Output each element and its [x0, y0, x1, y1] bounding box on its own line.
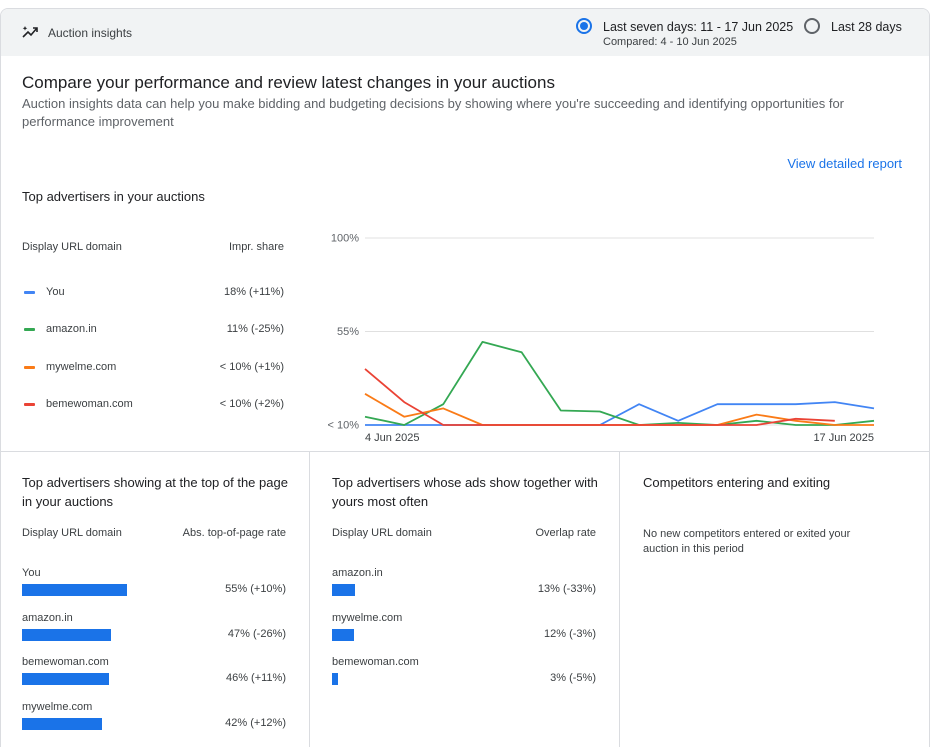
overlap-title: Top advertisers whose ads show together …	[332, 475, 598, 509]
column-header-domain: Display URL domain	[332, 527, 432, 539]
top-of-page-row-label: amazon.in	[22, 611, 73, 624]
range-radio-28-days[interactable]	[804, 18, 820, 34]
overlap-bar	[332, 584, 355, 596]
top-of-page-row-value: 55% (+10%)	[225, 583, 286, 595]
legend-name: mywelme.com	[46, 361, 117, 373]
x-end-label: 17 Jun 2025	[813, 432, 874, 444]
top-of-page-row-value: 46% (+11%)	[225, 672, 286, 684]
column-header-domain: Display URL domain	[22, 527, 122, 539]
competitors-title: Competitors entering and exiting	[643, 475, 831, 490]
top-of-page-bar	[22, 717, 102, 730]
top-of-page-row-label: bemewoman.com	[22, 656, 109, 668]
legend-name: bemewoman.com	[46, 398, 133, 410]
overlap-bar	[332, 628, 354, 641]
view-detailed-report-link[interactable]: View detailed report	[787, 156, 902, 171]
y-tick-label: < 10%	[328, 420, 360, 432]
legend-swatch	[24, 328, 35, 331]
x-start-label: 4 Jun 2025	[365, 432, 419, 444]
impression-share-chart: 100% 55% < 10% 4 Jun 2025 17 Jun 2025	[328, 233, 875, 444]
top-of-page-bar	[22, 673, 109, 685]
top-of-page-row-label: mywelme.com	[22, 700, 93, 713]
legend-row-amazon: amazon.in 11% (-25%)	[22, 323, 284, 337]
top-of-page-bar	[22, 628, 111, 641]
range-label-seven-days[interactable]: Last seven days: 11 - 17 Jun 2025	[603, 20, 793, 34]
series-line-amazon-in	[364, 341, 875, 426]
overlap-row-label: mywelme.com	[332, 611, 403, 624]
top-advertisers-title: Top advertisers in your auctions	[22, 189, 205, 204]
legend-swatch	[24, 403, 35, 406]
top-of-page-bar	[22, 584, 127, 596]
top-of-page-row-value: 42% (+12%)	[225, 716, 286, 729]
legend-value: < 10% (+2%)	[219, 398, 284, 410]
column-header-impr-share: Impr. share	[228, 241, 284, 253]
column-header-domain: Display URL domain	[22, 241, 122, 253]
y-tick-label: 100%	[331, 233, 359, 245]
card-header: Auction insights Last seven days: 11 - 1…	[1, 9, 929, 56]
top-of-page-title: Top advertisers showing at the top of th…	[22, 475, 288, 509]
legend-row-mywelme: mywelme.com < 10% (+1%)	[22, 361, 284, 375]
range-radio-seven-days[interactable]	[576, 18, 592, 34]
legend-value: 11% (-25%)	[226, 323, 284, 335]
legend-swatch	[24, 291, 35, 294]
overlap-row-label: bemewoman.com	[332, 656, 419, 668]
legend-value: 18% (+11%)	[223, 286, 284, 298]
section-divider	[1, 451, 929, 452]
top-of-page-row-value: 47% (-26%)	[227, 627, 286, 640]
overlap-bar	[332, 673, 338, 685]
card-title: Auction insights	[48, 26, 133, 40]
series-line-mywelme-com	[364, 393, 874, 426]
column-header-overlap-rate: Overlap rate	[535, 527, 596, 539]
column-divider	[309, 452, 310, 747]
legend-value: < 10% (+1%)	[219, 361, 284, 373]
overlap-row-value: 12% (-3%)	[544, 627, 596, 640]
trending-up-icon	[22, 26, 38, 38]
overlap-row-label: amazon.in	[332, 567, 383, 579]
column-header-top-rate: Abs. top-of-page rate	[182, 527, 286, 539]
competitors-empty-message: No new competitors entered or exited you…	[643, 528, 851, 555]
legend-name: You	[46, 286, 65, 298]
legend-name: amazon.in	[46, 323, 97, 335]
range-label-28-days[interactable]: Last 28 days	[831, 20, 902, 34]
column-divider	[619, 452, 620, 747]
legend-row-you: You 18% (+11%)	[22, 286, 284, 300]
y-tick-label: 55%	[337, 326, 359, 338]
legend-swatch	[24, 366, 35, 369]
auction-insights-card: Auction insights Last seven days: 11 - 1…	[0, 8, 930, 747]
legend-row-bemewoman: bemewoman.com < 10% (+2%)	[22, 398, 284, 412]
range-compared-label: Compared: 4 - 10 Jun 2025	[603, 36, 737, 48]
overlap-row-value: 13% (-33%)	[537, 583, 596, 595]
page-title: Compare your performance and review late…	[22, 73, 555, 92]
top-of-page-row-label: You	[22, 567, 41, 579]
overlap-row-value: 3% (-5%)	[550, 672, 596, 684]
page-description: Auction insights data can help you make …	[22, 96, 845, 129]
